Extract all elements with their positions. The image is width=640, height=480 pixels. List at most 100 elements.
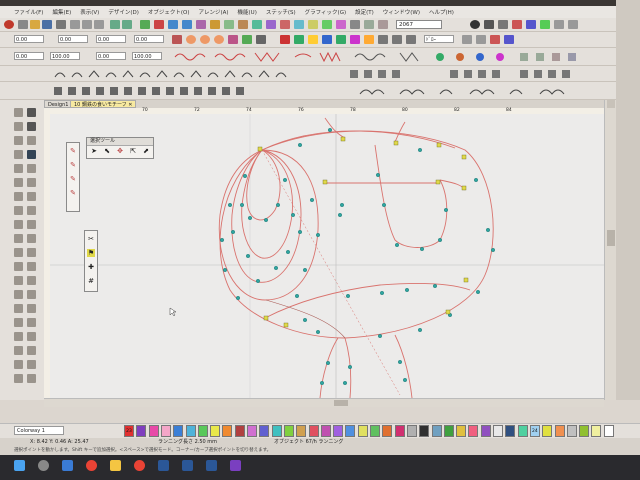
menu-stitch[interactable]: ステッチ(S) bbox=[266, 8, 296, 16]
left-tool-16-icon[interactable] bbox=[14, 234, 23, 243]
left-tool-36-icon[interactable] bbox=[14, 374, 23, 383]
color-swatch[interactable] bbox=[357, 425, 368, 437]
thread-icon[interactable] bbox=[238, 20, 248, 29]
run-stitch-icon[interactable] bbox=[214, 35, 224, 44]
shape-tools-strip[interactable] bbox=[50, 68, 610, 80]
color-swatch[interactable] bbox=[554, 425, 565, 437]
left-tool-9-icon[interactable] bbox=[27, 178, 36, 187]
pen-tool-icon[interactable]: ✎ bbox=[69, 147, 77, 155]
edge-browser-icon[interactable] bbox=[62, 460, 73, 471]
hoop-icon[interactable] bbox=[210, 20, 220, 29]
colorway-select[interactable]: Colorway 1 bbox=[14, 426, 64, 435]
stitch-edit-icon[interactable]: ✂ bbox=[87, 235, 95, 243]
scroll-up-icon[interactable] bbox=[607, 100, 615, 108]
left-tool-35-icon[interactable] bbox=[27, 360, 36, 369]
color-swatch[interactable]: 23 bbox=[124, 425, 134, 437]
menu-function[interactable]: 機能(U) bbox=[238, 8, 257, 16]
toolbar-tool-18-icon[interactable] bbox=[378, 20, 388, 29]
left-tool-12-icon[interactable] bbox=[14, 206, 23, 215]
new-file-icon[interactable] bbox=[18, 20, 28, 29]
reshape-icon[interactable] bbox=[27, 122, 36, 131]
color-swatch[interactable] bbox=[333, 425, 344, 437]
left-tool-26-icon[interactable] bbox=[14, 304, 23, 313]
position-y-field[interactable]: 0.00 bbox=[58, 35, 88, 43]
color-swatch[interactable] bbox=[210, 425, 221, 437]
select-arrow-icon[interactable] bbox=[27, 108, 36, 117]
left-tool-34-icon[interactable] bbox=[14, 360, 23, 369]
color-swatch[interactable] bbox=[493, 425, 503, 437]
left-tool-29-icon[interactable] bbox=[27, 318, 36, 327]
color-swatch[interactable] bbox=[443, 425, 454, 437]
stitch-pattern-strip[interactable] bbox=[170, 50, 610, 64]
menu-settings[interactable]: 設定(T) bbox=[355, 8, 374, 16]
motif-icon[interactable] bbox=[242, 35, 252, 44]
left-tool-5-icon[interactable] bbox=[14, 150, 23, 159]
horizontal-scroll-thumb[interactable] bbox=[334, 400, 348, 406]
word-icon[interactable] bbox=[182, 460, 193, 471]
select-point-icon[interactable]: ⬉ bbox=[103, 147, 111, 155]
color-swatch[interactable] bbox=[431, 425, 442, 437]
left-tool-2-icon[interactable] bbox=[14, 122, 23, 131]
color-swatch[interactable] bbox=[456, 425, 467, 437]
color-swatch[interactable] bbox=[505, 425, 516, 437]
print-icon[interactable] bbox=[56, 20, 66, 29]
color-swatch[interactable] bbox=[394, 425, 405, 437]
color-swatch[interactable] bbox=[247, 425, 257, 437]
menu-arrange[interactable]: アレンジ(A) bbox=[198, 8, 228, 16]
stitch-add-icon[interactable]: ✚ bbox=[87, 263, 95, 271]
toolbar-tool-13-icon[interactable] bbox=[308, 20, 318, 29]
color-swatch[interactable] bbox=[308, 425, 319, 437]
applique-icon[interactable] bbox=[228, 35, 238, 44]
stitch-grid-icon[interactable]: # bbox=[87, 277, 95, 285]
left-tool-20-icon[interactable] bbox=[14, 262, 23, 271]
save-icon[interactable] bbox=[42, 20, 52, 29]
stitch-type-icon[interactable] bbox=[172, 35, 182, 44]
left-tool-33-icon[interactable] bbox=[27, 346, 36, 355]
toolbar2-tool-13-icon[interactable] bbox=[476, 35, 486, 44]
toolbar2-tool-3-icon[interactable] bbox=[294, 35, 304, 44]
left-tool-6-icon[interactable] bbox=[14, 164, 23, 173]
left-tool-11-icon[interactable] bbox=[27, 192, 36, 201]
color-swatch[interactable] bbox=[320, 425, 331, 437]
scale-x-percent-field[interactable]: 100.00 bbox=[50, 52, 80, 60]
color-swatch[interactable] bbox=[406, 425, 417, 437]
toolbar-tool-15-icon[interactable] bbox=[336, 20, 346, 29]
left-tool-10-icon[interactable] bbox=[14, 192, 23, 201]
left-tool-27-icon[interactable] bbox=[27, 304, 36, 313]
menu-graphic[interactable]: グラフィック(G) bbox=[305, 8, 346, 16]
color-swatch[interactable] bbox=[566, 425, 577, 437]
start-icon[interactable] bbox=[14, 460, 25, 471]
toolbar2-tool-7-icon[interactable] bbox=[350, 35, 360, 44]
scale-y-field[interactable]: 0.00 bbox=[96, 52, 126, 60]
left-tool-22-icon[interactable] bbox=[14, 276, 23, 285]
toolbar-tool-16-icon[interactable] bbox=[350, 20, 360, 29]
color-swatch[interactable] bbox=[173, 425, 184, 437]
left-tool-7-icon[interactable] bbox=[27, 164, 36, 173]
menu-window[interactable]: ウィンドウ(W) bbox=[383, 8, 420, 16]
search-icon[interactable] bbox=[38, 460, 49, 471]
color-swatch[interactable] bbox=[579, 425, 590, 437]
toolbar-tool-23-icon[interactable] bbox=[540, 20, 550, 29]
toolbar2-tool-14-icon[interactable] bbox=[490, 35, 500, 44]
color-swatch[interactable] bbox=[259, 425, 270, 437]
toolbar-tool-25-icon[interactable] bbox=[568, 20, 578, 29]
left-tool-25-icon[interactable] bbox=[27, 290, 36, 299]
color-swatch[interactable] bbox=[160, 425, 171, 437]
left-tool-19-icon[interactable] bbox=[27, 248, 36, 257]
zoom-out-icon[interactable] bbox=[182, 20, 192, 29]
toolbar2-tool-12-icon[interactable] bbox=[462, 35, 472, 44]
grid-icon[interactable] bbox=[196, 20, 206, 29]
left-tool-3-icon[interactable] bbox=[14, 136, 23, 145]
scale-y-percent-field[interactable]: 100.00 bbox=[132, 52, 162, 60]
select-lasso-icon[interactable]: ✥ bbox=[116, 147, 124, 155]
color-swatch[interactable] bbox=[234, 425, 245, 437]
color-swatch[interactable] bbox=[542, 425, 553, 437]
paste-icon[interactable] bbox=[94, 20, 104, 29]
chrome-window-2-icon[interactable] bbox=[134, 460, 145, 471]
menu-view[interactable]: 表示(V) bbox=[80, 8, 99, 16]
toolbar2-tool-8-icon[interactable] bbox=[364, 35, 374, 44]
left-tool-14-icon[interactable] bbox=[14, 220, 23, 229]
color-swatch[interactable] bbox=[148, 425, 159, 437]
tab-active-design[interactable]: 10 鋼鉄の食いモチーフ ✕ bbox=[70, 100, 137, 108]
horizontal-scrollbar[interactable] bbox=[44, 398, 604, 407]
